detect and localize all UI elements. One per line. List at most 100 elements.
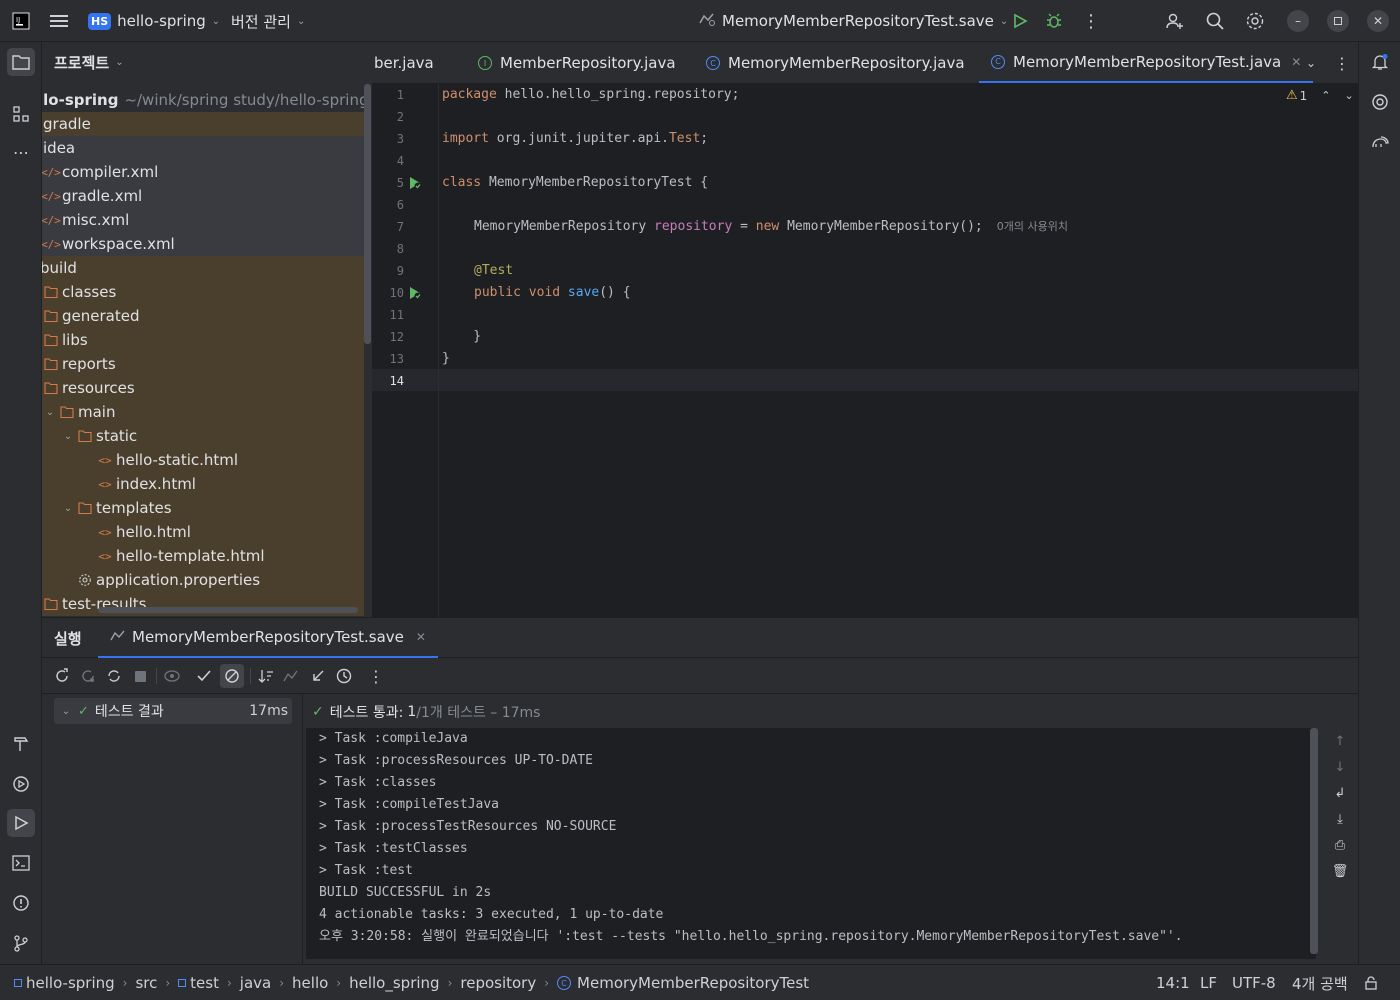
breadcrumb-item[interactable]: test <box>190 974 219 992</box>
tree-item[interactable]: </> gradle.xml <box>42 184 364 208</box>
stop-icon[interactable] <box>130 666 150 686</box>
show-ignored-icon[interactable] <box>220 664 244 688</box>
chevron-down-icon[interactable]: ⌄ <box>60 431 76 442</box>
debug-button[interactable] <box>1045 0 1063 42</box>
tree-item[interactable]: libs <box>42 328 364 352</box>
tree-root[interactable]: llo-spring ~/wink/spring study/hello-spr… <box>42 88 369 112</box>
app-logo-icon[interactable]: IJ <box>12 0 30 42</box>
history-clock-icon[interactable] <box>334 666 354 686</box>
chevron-down-icon[interactable]: ⌄ <box>58 706 74 717</box>
export-icon[interactable] <box>308 666 328 686</box>
tree-item[interactable]: </> compiler.xml <box>42 160 364 184</box>
terminal-tool-button[interactable] <box>7 849 35 877</box>
horizontal-scrollbar[interactable] <box>98 607 358 613</box>
build-tool-button[interactable] <box>7 730 35 758</box>
tree-item[interactable]: <> index.html <box>42 472 364 496</box>
code-editor[interactable]: 1 2 3 4 5 6 7 8 9 10 11 12 13 14 package… <box>372 84 1358 617</box>
import-tests-icon[interactable] <box>282 666 302 686</box>
usages-inlay-hint[interactable]: 0개의 사용위치 <box>997 220 1068 233</box>
problems-tool-button[interactable] <box>7 889 35 917</box>
breadcrumb-item[interactable]: hello <box>292 974 328 992</box>
line-separator[interactable]: LF <box>1200 965 1217 1000</box>
soft-wrap-icon[interactable]: ↲ <box>1335 786 1346 812</box>
show-passed-eye-icon[interactable] <box>162 666 182 686</box>
tree-item[interactable]: ⌄ templates <box>42 496 364 520</box>
editor-tab-active[interactable]: C MemoryMemberRepositoryTest.java ✕ <box>979 42 1314 83</box>
settings-gear-icon[interactable] <box>1245 0 1265 42</box>
chevron-up-icon[interactable]: ⌃ <box>1321 89 1330 102</box>
tree-item[interactable]: application.properties <box>42 568 364 592</box>
more-actions-icon[interactable]: ⋮ <box>1082 0 1100 42</box>
tab-more-icon[interactable]: ⋮ <box>1334 42 1350 83</box>
close-tab-icon[interactable]: ✕ <box>416 630 426 644</box>
chevron-down-icon[interactable]: ⌄ <box>1345 89 1354 102</box>
main-menu-icon[interactable] <box>50 0 68 42</box>
project-tool-button[interactable] <box>7 48 35 76</box>
vcs-menu[interactable]: 버전 관리 ⌄ <box>231 0 305 42</box>
services-tool-button[interactable] <box>7 770 35 798</box>
console-text-area[interactable]: > Task :compileJava > Task :processResou… <box>306 728 1316 959</box>
breadcrumb-item[interactable]: java <box>240 974 271 992</box>
breadcrumb-item[interactable]: src <box>135 974 157 992</box>
chevron-down-icon[interactable]: ⌄ <box>42 407 58 418</box>
tree-item[interactable]: reports <box>42 352 364 376</box>
tree-item[interactable]: gradle <box>42 112 364 136</box>
close-window-button[interactable]: ✕ <box>1367 0 1389 42</box>
scroll-to-end-icon[interactable]: ⤓ <box>1337 812 1343 838</box>
lock-icon[interactable] <box>1364 965 1378 1000</box>
tree-item[interactable]: </> workspace.xml <box>42 232 364 256</box>
tree-item[interactable]: idea <box>42 136 364 160</box>
arrow-down-icon[interactable]: ↓ <box>1335 760 1346 786</box>
breadcrumb-item[interactable]: hello-spring <box>26 974 115 992</box>
run-test-gutter-icon[interactable] <box>408 176 422 190</box>
tree-item[interactable]: build <box>42 256 364 280</box>
breadcrumb-item[interactable]: hello_spring <box>349 974 439 992</box>
close-tab-icon[interactable]: ✕ <box>1291 55 1301 69</box>
trash-icon[interactable]: 🗑 <box>1332 864 1349 890</box>
indent-setting[interactable]: 4개 공백 <box>1292 965 1348 1000</box>
rerun-icon[interactable] <box>52 666 72 686</box>
inspection-widget[interactable]: ⚠ 1 ⌃ ⌄ <box>1286 88 1354 103</box>
print-icon[interactable]: ⎙ <box>1335 838 1345 864</box>
search-icon[interactable] <box>1205 0 1225 42</box>
tree-item[interactable]: generated <box>42 304 364 328</box>
run-tool-button[interactable] <box>7 809 35 837</box>
tree-item[interactable]: ⌄ static <box>42 424 364 448</box>
tree-item[interactable]: <> hello-static.html <box>42 448 364 472</box>
project-switcher[interactable]: HS hello-spring ⌄ <box>88 0 220 42</box>
run-test-gutter-icon[interactable] <box>408 286 422 300</box>
run-config-tab[interactable]: MemoryMemberRepositoryTest.save ✕ <box>98 618 438 658</box>
ai-assistant-icon[interactable] <box>1366 88 1394 116</box>
tree-item[interactable]: <> hello-template.html <box>42 544 364 568</box>
breadcrumb-item[interactable]: repository <box>460 974 536 992</box>
caret-position[interactable]: 14:1 <box>1156 965 1190 1000</box>
run-config-selector[interactable]: MemoryMemberRepositoryTest.save ⌄ <box>698 0 1008 42</box>
tree-item[interactable]: </> misc.xml <box>42 208 364 232</box>
file-encoding[interactable]: UTF-8 <box>1232 965 1276 1000</box>
tree-item[interactable]: classes <box>42 280 364 304</box>
tree-item[interactable]: <> hello.html <box>42 520 364 544</box>
gradle-elephant-icon[interactable] <box>1366 128 1394 156</box>
notifications-bell-icon[interactable] <box>1366 48 1394 76</box>
structure-tool-button[interactable] <box>7 100 35 128</box>
toggle-auto-test-icon[interactable] <box>104 666 124 686</box>
editor-tab[interactable]: I MemberRepository.java <box>478 42 676 83</box>
more-actions-icon[interactable]: ⋮ <box>366 666 386 686</box>
rerun-failed-icon[interactable] <box>78 666 98 686</box>
editor-tab[interactable]: ber.java <box>374 42 434 83</box>
tree-item[interactable]: ⌄ main <box>42 400 364 424</box>
project-panel-header[interactable]: 프로젝트 ⌄ <box>42 42 372 82</box>
tree-item[interactable]: resources <box>42 376 364 400</box>
add-user-icon[interactable] <box>1165 0 1185 42</box>
show-passed-check-icon[interactable] <box>194 666 214 686</box>
tab-list-chevron-icon[interactable]: ⌄ <box>1306 42 1316 83</box>
console-output[interactable]: ✓ 테스트 통과: 1 /1개 테스트 – 17ms > Task :compi… <box>306 694 1358 965</box>
git-tool-button[interactable] <box>7 929 35 957</box>
chevron-down-icon[interactable]: ⌄ <box>60 503 76 514</box>
sort-icon[interactable] <box>256 666 276 686</box>
minimize-button[interactable]: – <box>1287 0 1309 42</box>
breadcrumb-item[interactable]: MemoryMemberRepositoryTest <box>577 974 809 992</box>
arrow-up-icon[interactable]: ↑ <box>1335 734 1346 760</box>
vertical-scrollbar[interactable] <box>364 84 371 344</box>
test-tree-root[interactable]: ⌄ ✓ 테스트 결과 17ms <box>54 698 292 724</box>
